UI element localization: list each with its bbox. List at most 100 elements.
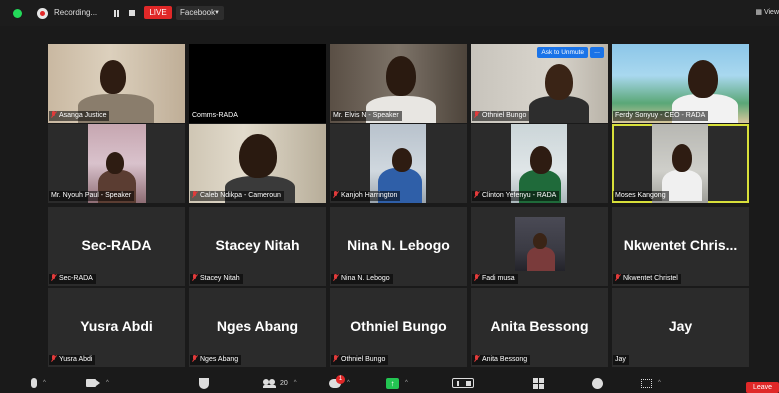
muted-mic-icon: [333, 355, 338, 362]
recording-controls-icon: [452, 378, 474, 388]
more-icon: [641, 378, 652, 388]
participant-name-label: Kanjoh Harrington: [331, 191, 401, 201]
breakout-rooms-button[interactable]: [533, 376, 544, 390]
participant-tile[interactable]: Anita Bessong Anita Bessong: [471, 288, 608, 367]
view-label: View: [763, 9, 779, 16]
participant-tile[interactable]: Stacey Nitah Stacey Nitah: [189, 207, 326, 286]
share-screen-button[interactable]: ↑ ^: [386, 376, 408, 390]
participant-name-label: Comms-RADA: [190, 111, 241, 121]
security-shield-icon[interactable]: [13, 9, 22, 18]
chat-unread-badge: 1: [336, 374, 345, 384]
muted-mic-icon: [333, 191, 338, 198]
meeting-toolbar: ^ ^ 20 ^ 1 ^ ↑ ^ ^: [0, 372, 779, 393]
participant-tile[interactable]: Comms-RADA: [189, 44, 326, 123]
record-button[interactable]: [452, 376, 474, 390]
chat-icon: 1: [329, 374, 345, 388]
participant-name-label: Mr. Nyouh Paul - Speaker: [49, 191, 135, 201]
participant-display-name: Sec-RADA: [81, 237, 152, 253]
participant-tile[interactable]: Sec-RADA Sec-RADA: [48, 207, 185, 286]
participant-name-label: Clinton Yefenyu - RADA: [472, 191, 560, 201]
participant-name-label: Othniel Bungo: [472, 111, 530, 121]
chat-button[interactable]: 1 ^: [329, 374, 350, 390]
muted-mic-icon: [474, 355, 479, 362]
microphone-icon: [31, 378, 37, 388]
pause-recording-icon[interactable]: [113, 10, 120, 17]
chat-options-caret[interactable]: ^: [347, 380, 350, 386]
participant-name-label: Fadi musa: [472, 274, 518, 284]
reactions-button[interactable]: [592, 376, 603, 390]
participant-name-label: Jay: [613, 355, 629, 365]
participant-name-label: Nges Abang: [190, 355, 242, 365]
participants-count: 20: [280, 379, 288, 387]
ask-to-unmute-button[interactable]: Ask to Unmute: [537, 47, 588, 58]
participant-tile[interactable]: Fadi musa: [471, 207, 608, 286]
mic-options-caret[interactable]: ^: [43, 380, 46, 386]
reactions-icon: [592, 377, 603, 389]
video-button[interactable]: ^: [86, 376, 109, 390]
share-options-caret[interactable]: ^: [405, 380, 408, 386]
security-button[interactable]: [199, 376, 209, 390]
participant-display-name: Nkwentet Chris...: [623, 237, 738, 253]
recording-label: Recording...: [54, 8, 98, 17]
participant-display-name: Nina N. Lebogo: [347, 237, 450, 253]
participant-tile[interactable]: Ask to Unmute ... Othniel Bungo: [471, 44, 608, 123]
participants-options-caret[interactable]: ^: [294, 380, 297, 386]
participant-tile[interactable]: Ferdy Sonyuy - CEO - RADA: [612, 44, 749, 123]
recording-icon: [37, 8, 48, 19]
muted-mic-icon: [333, 274, 338, 281]
muted-mic-icon: [192, 355, 197, 362]
participant-name-label: Othniel Bungo: [331, 355, 389, 365]
participants-button[interactable]: 20 ^: [263, 376, 297, 390]
top-bar: Recording... LIVE Facebook ▼ ▦ View: [0, 0, 779, 26]
muted-mic-icon: [192, 191, 197, 198]
participant-name-label: Ferdy Sonyuy - CEO - RADA: [613, 111, 709, 121]
participant-tile[interactable]: Asanga Justice: [48, 44, 185, 123]
live-badge: LIVE: [144, 6, 172, 19]
muted-mic-icon: [51, 111, 56, 118]
participant-tile[interactable]: Jay Jay: [612, 288, 749, 367]
share-screen-icon: ↑: [386, 377, 399, 389]
participant-tile[interactable]: Mr. Nyouh Paul - Speaker: [48, 124, 185, 203]
participant-name-label: Nina N. Lebogo: [331, 274, 393, 284]
participant-name-label: Sec-RADA: [49, 274, 96, 284]
participant-display-name: Othniel Bungo: [350, 318, 447, 334]
participant-tile-active-speaker[interactable]: Moses Kangong: [612, 124, 749, 203]
participant-tile[interactable]: Nkwentet Chris... Nkwentet Christel: [612, 207, 749, 286]
muted-mic-icon: [474, 111, 479, 118]
participant-name-label: Moses Kangong: [613, 191, 669, 201]
muted-mic-icon: [474, 274, 479, 281]
participant-tile[interactable]: Nges Abang Nges Abang: [189, 288, 326, 367]
breakout-rooms-icon: [533, 377, 544, 389]
participant-display-name: Jay: [668, 318, 693, 334]
muted-mic-icon: [474, 191, 479, 198]
chevron-down-icon: ▼: [214, 10, 220, 16]
muted-mic-icon: [51, 355, 56, 362]
participant-name-label: Caleb Ndikpa - Cameroun: [190, 191, 284, 201]
participant-tile[interactable]: Othniel Bungo Othniel Bungo: [330, 288, 467, 367]
mute-button[interactable]: ^: [31, 376, 46, 390]
participant-tile[interactable]: Clinton Yefenyu - RADA: [471, 124, 608, 203]
participant-name-label: Nkwentet Christel: [613, 274, 681, 284]
participant-name-label: Yusra Abdi: [49, 355, 96, 365]
security-shield-icon: [199, 377, 209, 389]
more-button[interactable]: ^: [641, 376, 661, 390]
participant-display-name: Yusra Abdi: [80, 318, 153, 334]
muted-mic-icon: [192, 274, 197, 281]
participant-display-name: Anita Bessong: [490, 318, 589, 334]
stop-recording-icon[interactable]: [129, 10, 135, 16]
video-options-caret[interactable]: ^: [106, 380, 109, 386]
stream-target-dropdown[interactable]: Facebook ▼: [176, 6, 224, 20]
participant-name-label: Mr. Elvis N - Speaker: [331, 111, 402, 121]
leave-button[interactable]: Leave: [746, 382, 779, 393]
more-options-button[interactable]: ...: [590, 47, 604, 58]
participant-display-name: Nges Abang: [216, 318, 299, 334]
participant-tile[interactable]: Nina N. Lebogo Nina N. Lebogo: [330, 207, 467, 286]
more-options-caret[interactable]: ^: [658, 380, 661, 386]
stream-target-label: Facebook: [180, 8, 216, 17]
participant-tile[interactable]: Caleb Ndikpa - Cameroun: [189, 124, 326, 203]
view-button[interactable]: ▦ View: [755, 8, 779, 16]
participant-display-name: Stacey Nitah: [215, 237, 300, 253]
participant-tile[interactable]: Mr. Elvis N - Speaker: [330, 44, 467, 123]
participant-tile[interactable]: Kanjoh Harrington: [330, 124, 467, 203]
participant-tile[interactable]: Yusra Abdi Yusra Abdi: [48, 288, 185, 367]
